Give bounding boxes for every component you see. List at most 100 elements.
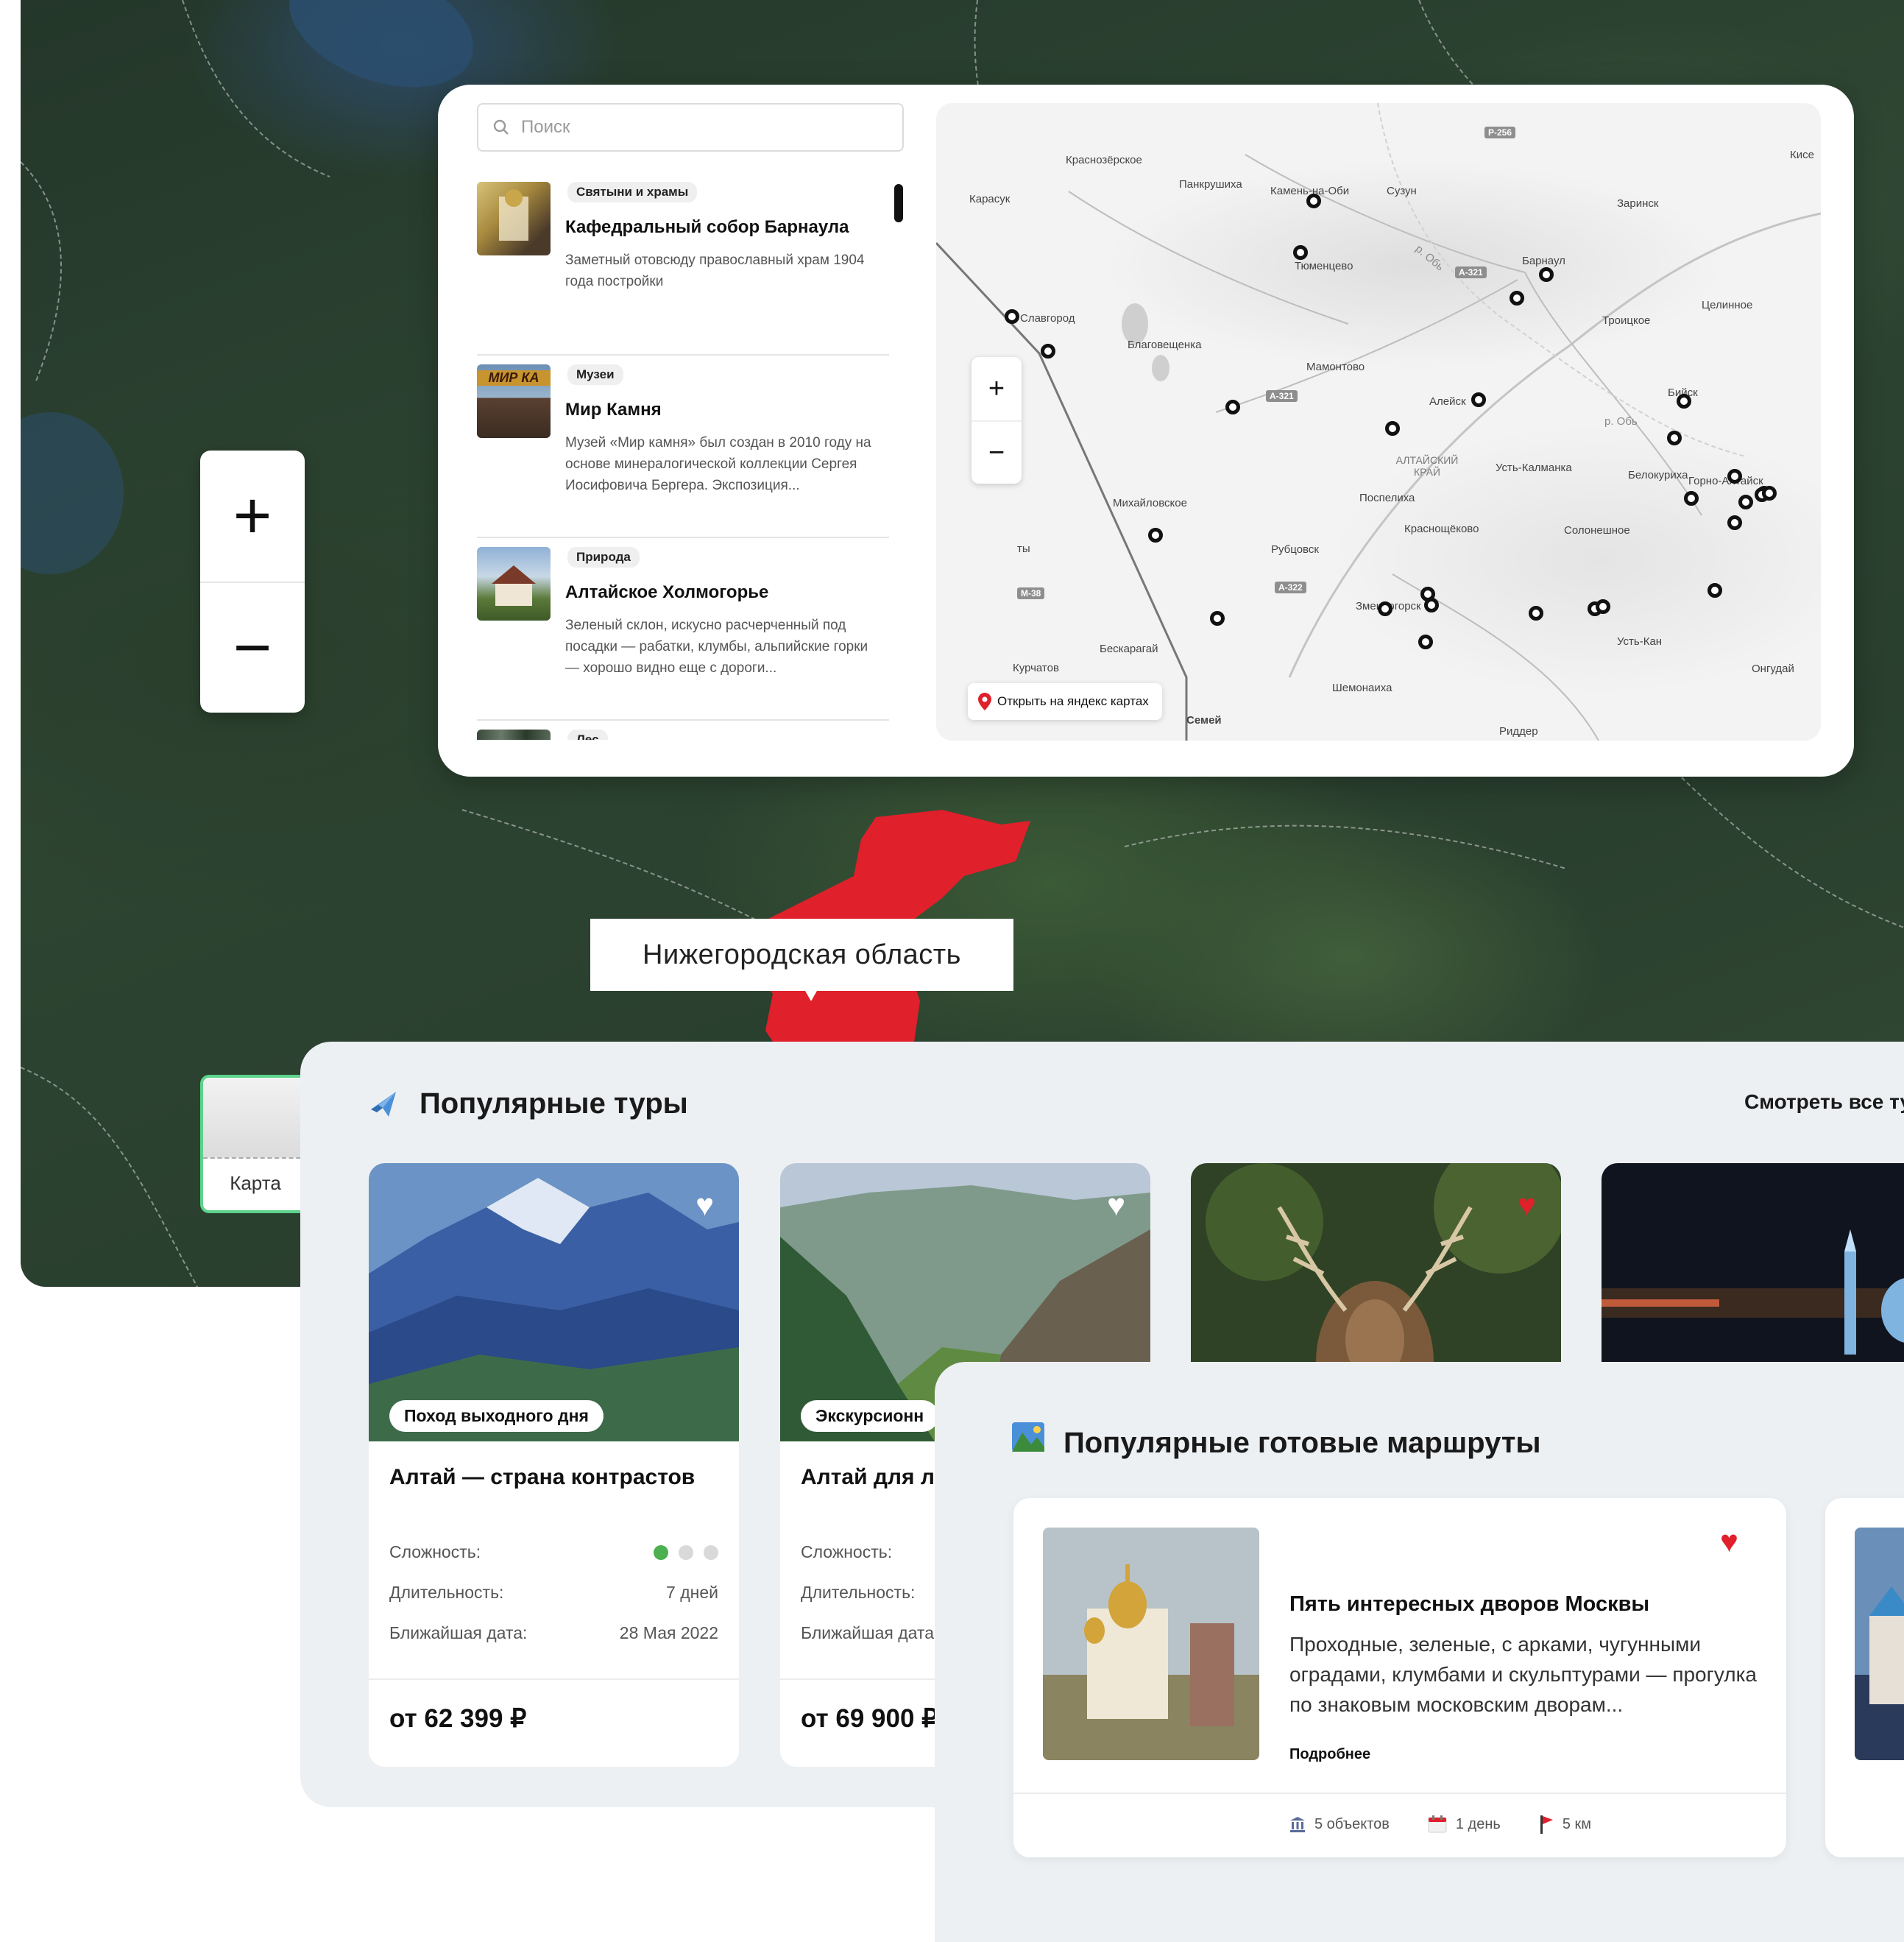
favorite-heart-icon[interactable]: ♥ [1720,1524,1738,1559]
mini-map-zoom: + − [972,357,1022,484]
place-title[interactable]: Кафедральный собор Барнаула [565,217,849,238]
route-card[interactable]: ♥ Пять интересных дворов Москвы Проходны… [1013,1498,1786,1857]
place-item[interactable]: МИР КА Музеи Мир Камня Музей «Мир камня»… [477,356,889,538]
map-pin[interactable] [1727,515,1742,530]
map-pin[interactable] [1148,528,1163,543]
map-river-label: р. Обь [1604,415,1638,428]
distance-stat: 5 км [1539,1815,1591,1834]
zoom-in-button[interactable]: + [972,357,1022,420]
places-card: Святыни и храмы Кафедральный собор Барна… [438,85,1854,777]
place-list[interactable]: Святыни и храмы Кафедральный собор Барна… [477,173,889,740]
place-description: Зеленый склон, искусно расчерченный под … [565,618,868,676]
favorite-heart-icon[interactable]: ♥ [1518,1190,1536,1221]
duration-value: 7 дней [666,1583,718,1602]
search-input[interactable] [520,116,888,138]
map-pin[interactable] [1738,495,1753,509]
place-item[interactable]: Святыни и храмы Кафедральный собор Барна… [477,173,889,356]
favorite-heart-icon[interactable]: ♥ [696,1190,714,1221]
see-all-link[interactable]: Смотреть все ту [1744,1090,1904,1114]
map-town: Алейск [1429,395,1466,408]
airplane-icon [371,1092,396,1117]
map-town: Панкрушиха [1179,178,1242,191]
tour-title[interactable]: Алтай для лк [801,1465,946,1490]
tour-price: от 69 900 ₽ [801,1704,938,1733]
map-pin[interactable] [1727,469,1742,484]
place-item[interactable]: Лес [477,721,889,740]
map-pin[interactable] [1041,344,1055,359]
map-pin[interactable] [1539,267,1554,282]
map-pin[interactable] [1306,194,1321,208]
more-link[interactable]: Подробнее [1289,1746,1370,1763]
map-pin[interactable] [1667,431,1682,445]
map-pin[interactable] [1424,598,1439,612]
map-pin[interactable] [1707,583,1722,598]
map-pin[interactable] [1510,291,1524,306]
difficulty-label: Сложность: [801,1542,893,1561]
map-town: Сузун [1387,185,1417,197]
route-image [1855,1528,1904,1760]
route-title[interactable]: Пять интересных дворов Москвы [1289,1592,1649,1617]
map-town: Онгудай [1752,663,1794,675]
zoom-in-button[interactable]: + [200,451,305,582]
zoom-out-button[interactable]: − [972,420,1022,484]
map-pin[interactable] [1529,606,1543,621]
place-description: Музей «Мир камня» был создан в 2010 году… [565,435,871,493]
flag-icon [1540,1815,1553,1834]
tour-title[interactable]: Алтай — страна контрастов [389,1465,695,1490]
search-box[interactable] [477,103,904,152]
place-title[interactable]: Мир Камня [565,400,662,420]
tour-date-row: Ближайшая дата: 28 Мая 2022 [389,1623,718,1643]
map-pin[interactable] [1293,245,1308,260]
map-town: Семей [1186,714,1222,727]
tour-card[interactable]: ♥ Поход выходного дня Алтай — страна кон… [369,1163,739,1767]
map-town: Троицкое [1602,314,1651,327]
distance-value: 5 км [1562,1815,1591,1832]
place-title[interactable]: Алтайское Холмогорье [565,582,768,603]
map-town: Поспелиха [1359,492,1415,504]
map-town: Шемонаиха [1332,682,1392,694]
map-pin[interactable] [1005,309,1019,324]
map-town: Белокуриха [1628,469,1688,481]
list-scrollbar[interactable] [894,184,903,222]
map-town: Усть-Калманка [1496,462,1572,474]
museum-icon [1290,1817,1305,1832]
map-pin[interactable] [1378,601,1392,616]
open-yandex-maps-button[interactable]: Открыть на яндекс картах [968,683,1162,720]
map-town: Заринск [1617,197,1659,210]
route-card[interactable] [1825,1498,1904,1857]
map-pin[interactable] [1596,599,1610,614]
map-layer-toggle[interactable]: Карта [200,1075,311,1213]
duration-stat: 1 день [1428,1815,1501,1834]
favorite-heart-icon[interactable]: ♥ [1107,1190,1125,1221]
tour-difficulty-row: Сложность: [389,1542,718,1562]
date-label: Ближайшая дата [801,1623,934,1642]
map-town: Солонешное [1564,524,1630,537]
map-town: Краснощёково [1404,523,1479,535]
divider [1013,1793,1786,1794]
map-town: Тюменцево [1295,260,1353,272]
place-item[interactable]: Природа Алтайское Холмогорье Зеленый скл… [477,538,889,721]
map-pin[interactable] [1684,491,1699,506]
section-title: Популярные готовые маршруты [1064,1427,1541,1459]
map-pin[interactable] [1418,635,1433,649]
thumb-sign: МИР КА [477,370,551,386]
date-value: 28 Мая 2022 [619,1623,718,1642]
map-pin[interactable] [1471,392,1486,407]
zoom-out-button[interactable]: − [200,582,305,713]
yandex-mini-map[interactable]: Краснозёрское Панкрушиха Камень-на-Оби С… [936,103,1821,741]
map-region-label: АЛТАЙСКИЙ КРАЙ [1395,454,1459,478]
calendar-icon [1428,1815,1447,1833]
map-pin[interactable] [1385,421,1400,436]
map-pin[interactable] [1225,400,1240,414]
map-town: Барнаул [1522,255,1565,267]
popular-routes-section: Популярные готовые маршруты ♥ Пять интер… [935,1362,1904,1942]
duration-label: Длительность: [801,1583,916,1602]
map-pin[interactable] [1762,486,1777,501]
map-town: Курчатов [1013,662,1059,674]
map-town: Михайловское [1113,497,1187,509]
search-icon [493,119,509,135]
map-pin[interactable] [1210,611,1225,626]
road-label: Р-256 [1484,127,1516,138]
map-pin[interactable] [1677,394,1691,409]
map-town: Кисе [1790,149,1814,161]
